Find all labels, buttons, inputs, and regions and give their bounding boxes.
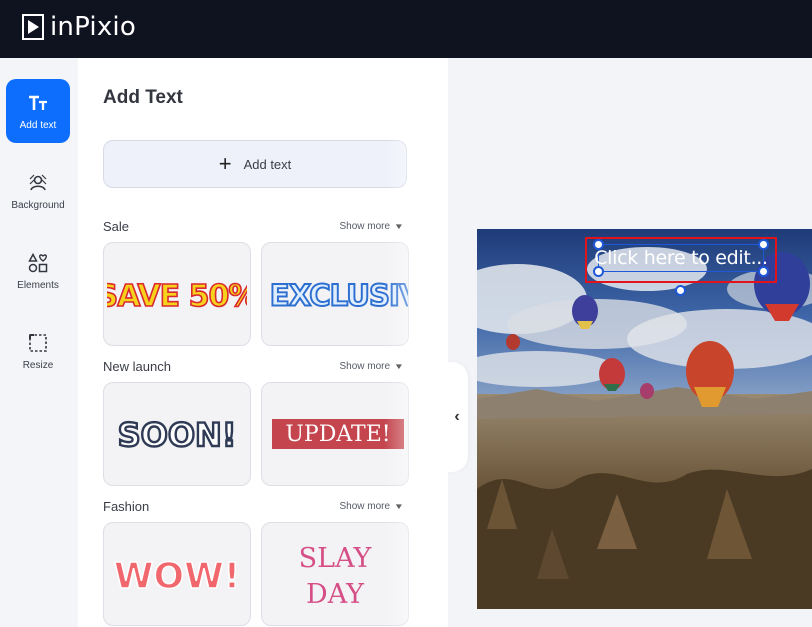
- show-more-button[interactable]: Show more ▼: [339, 221, 405, 232]
- section-header-fashion: Fashion Show more ▼: [103, 499, 405, 515]
- rotate-handle[interactable]: [675, 285, 686, 296]
- section-header-new-launch: New launch Show more ▼: [103, 359, 405, 375]
- rail-item-label: Elements: [17, 279, 59, 291]
- show-more-label: Show more: [339, 221, 391, 232]
- rail-item-add-text[interactable]: Add text: [6, 79, 70, 143]
- add-text-button-label: Add text: [243, 156, 292, 172]
- shapes-icon: [27, 252, 49, 274]
- template-text: SOON!: [118, 416, 237, 454]
- template-text: EXCLUSIVE: [270, 279, 408, 313]
- show-more-label: Show more: [339, 361, 391, 372]
- plus-icon: +: [218, 151, 232, 176]
- text-layer-content: Click here to edit...: [594, 247, 768, 269]
- text-template-exclusive[interactable]: EXCLUSIVE: [261, 242, 409, 346]
- text-template-slay-day[interactable]: SLAY DAY: [261, 522, 409, 626]
- update-banner: UPDATE!: [272, 419, 404, 449]
- resize-icon: [27, 332, 49, 354]
- chevron-down-icon: ▼: [393, 222, 405, 231]
- text-template-update[interactable]: UPDATE!: [261, 382, 409, 486]
- rail-item-elements[interactable]: Elements: [6, 239, 70, 303]
- app-logo[interactable]: inPixio: [22, 13, 136, 41]
- collapse-panel-button[interactable]: ‹: [446, 362, 468, 472]
- text-template-soon[interactable]: SOON!: [103, 382, 251, 486]
- logo-mark-icon: [22, 14, 44, 40]
- balloon-landscape-photo: [477, 229, 812, 609]
- text-template-wow[interactable]: WOW!: [103, 522, 251, 626]
- add-text-button[interactable]: + Add text: [103, 140, 407, 188]
- resize-handle-bottom-right[interactable]: [758, 266, 769, 277]
- template-text-line-1: SLAY: [299, 543, 373, 574]
- show-more-button[interactable]: Show more ▼: [339, 361, 405, 372]
- rail-item-resize[interactable]: Resize: [6, 319, 70, 383]
- section-title: Fashion: [103, 499, 150, 514]
- resize-handle-top-left[interactable]: [593, 239, 604, 250]
- section-title: New launch: [103, 359, 171, 374]
- add-text-panel: Add Text + Add text Sale Show more ▼ SAV…: [78, 58, 448, 627]
- rail-item-label: Resize: [22, 359, 54, 371]
- canvas-image[interactable]: [477, 229, 812, 609]
- rail-item-label: Background: [11, 199, 65, 211]
- top-bar: inPixio: [0, 0, 812, 58]
- rail-item-label: Add text: [19, 119, 57, 131]
- text-layer[interactable]: Click here to edit...: [594, 244, 768, 272]
- text-format-icon: [27, 92, 49, 114]
- chevron-down-icon: ▼: [393, 502, 405, 511]
- text-template-save-50[interactable]: SAVE 50%: [103, 242, 251, 346]
- resize-handle-bottom-left[interactable]: [593, 266, 604, 277]
- rail-item-background[interactable]: Background: [6, 159, 70, 223]
- template-text: UPDATE!: [285, 421, 391, 447]
- show-more-label: Show more: [339, 501, 391, 512]
- chevron-left-icon: ‹: [454, 408, 460, 425]
- show-more-button[interactable]: Show more ▼: [339, 501, 405, 512]
- left-rail: Add text Background Elements Resize: [0, 58, 78, 627]
- chevron-down-icon: ▼: [393, 362, 405, 371]
- template-text-line-2: DAY: [306, 579, 365, 610]
- section-title: Sale: [103, 219, 130, 234]
- app-name: inPixio: [50, 12, 136, 42]
- section-header-sale: Sale Show more ▼: [103, 219, 405, 235]
- template-text: WOW!: [114, 556, 240, 597]
- panel-title: Add Text: [103, 87, 183, 108]
- resize-handle-top-right[interactable]: [758, 239, 769, 250]
- background-person-icon: [27, 172, 49, 194]
- template-text: SAVE 50%: [107, 279, 247, 314]
